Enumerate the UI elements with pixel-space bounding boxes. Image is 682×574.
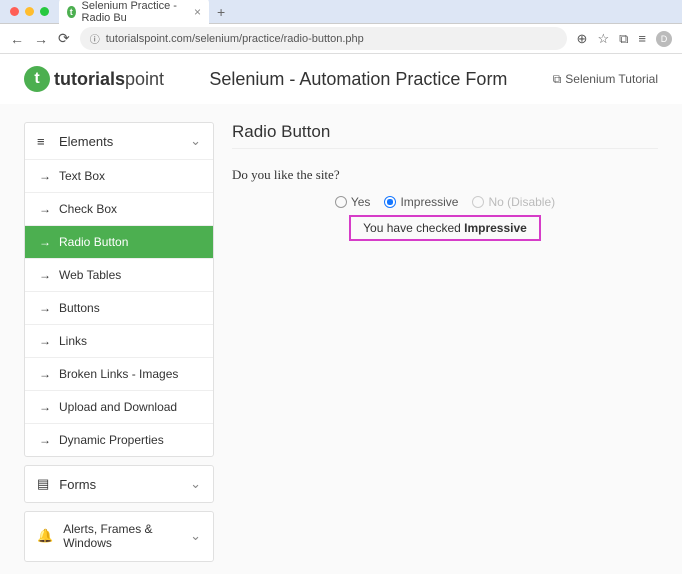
extensions-icon[interactable]: ⧉	[619, 31, 628, 47]
new-tab-button[interactable]: +	[217, 4, 225, 20]
arrow-right-icon: →	[39, 400, 51, 414]
bell-icon: 🔔	[37, 528, 53, 544]
page-header: t tutorialspoint Selenium - Automation P…	[0, 54, 682, 104]
reload-icon[interactable]: ⟳	[58, 30, 70, 47]
logo-text: tutorialspoint	[54, 69, 164, 90]
sidebar-item-buttons[interactable]: →Buttons	[25, 291, 213, 324]
reading-list-icon[interactable]: ≡	[638, 31, 646, 46]
arrow-right-icon: →	[39, 334, 51, 348]
radio-option-no-disable-: No (Disable)	[472, 195, 555, 209]
profile-avatar[interactable]: D	[656, 31, 672, 47]
site-info-icon[interactable]: ⓘ	[90, 31, 100, 46]
window-controls	[10, 7, 49, 16]
form-icon: ▤	[37, 476, 49, 492]
chevron-down-icon: ⌄	[190, 476, 201, 492]
sidebar-header-forms[interactable]: ▤ Forms ⌄	[25, 466, 213, 502]
sidebar-group-alerts: 🔔 Alerts, Frames & Windows ⌄	[24, 511, 214, 562]
question-text: Do you like the site?	[232, 167, 658, 183]
radio-group: Yes Impressive No (Disable)	[232, 195, 658, 209]
radio-icon	[472, 196, 484, 208]
external-link-icon: ⧉	[553, 72, 562, 87]
sidebar-group-forms: ▤ Forms ⌄	[24, 465, 214, 503]
sidebar-item-radio-button[interactable]: →Radio Button	[25, 225, 213, 258]
menu-icon	[37, 134, 49, 149]
sidebar: Elements ⌄ →Text Box→Check Box→Radio But…	[24, 122, 214, 570]
zoom-icon[interactable]: ⊕	[577, 31, 588, 47]
browser-toolbar: ← → ⟳ ⓘ tutorialspoint.com/selenium/prac…	[0, 24, 682, 54]
browser-tab-strip: t Selenium Practice - Radio Bu × +	[0, 0, 682, 24]
radio-icon	[384, 196, 396, 208]
sidebar-item-web-tables[interactable]: →Web Tables	[25, 258, 213, 291]
tutorial-link[interactable]: ⧉ Selenium Tutorial	[553, 72, 658, 87]
result-message: You have checked Impressive	[349, 215, 541, 241]
arrow-right-icon: →	[39, 433, 51, 447]
page-title: Selenium - Automation Practice Form	[164, 69, 553, 90]
close-window-icon[interactable]	[10, 7, 19, 16]
sidebar-item-upload-and-download[interactable]: →Upload and Download	[25, 390, 213, 423]
main-content: Radio Button Do you like the site? Yes Im…	[232, 122, 658, 570]
chevron-down-icon: ⌄	[190, 133, 201, 149]
radio-icon	[335, 196, 347, 208]
logo-icon: t	[24, 66, 50, 92]
arrow-right-icon: →	[39, 367, 51, 381]
url-text: tutorialspoint.com/selenium/practice/rad…	[106, 33, 364, 45]
back-icon[interactable]: ←	[10, 31, 24, 47]
close-tab-icon[interactable]: ×	[194, 5, 201, 19]
arrow-right-icon: →	[39, 202, 51, 216]
logo[interactable]: t tutorialspoint	[24, 66, 164, 92]
bookmark-icon[interactable]: ☆	[597, 31, 609, 47]
favicon-icon: t	[67, 6, 76, 18]
sidebar-group-elements: Elements ⌄ →Text Box→Check Box→Radio But…	[24, 122, 214, 457]
arrow-right-icon: →	[39, 235, 51, 249]
sidebar-item-text-box[interactable]: →Text Box	[25, 159, 213, 192]
chevron-down-icon: ⌄	[190, 528, 201, 544]
arrow-right-icon: →	[39, 169, 51, 183]
sidebar-item-check-box[interactable]: →Check Box	[25, 192, 213, 225]
tab-title: Selenium Practice - Radio Bu	[82, 0, 184, 24]
sidebar-header-elements[interactable]: Elements ⌄	[25, 123, 213, 159]
browser-tab[interactable]: t Selenium Practice - Radio Bu ×	[59, 0, 209, 27]
sidebar-item-links[interactable]: →Links	[25, 324, 213, 357]
radio-option-yes[interactable]: Yes	[335, 195, 371, 209]
sidebar-item-dynamic-properties[interactable]: →Dynamic Properties	[25, 423, 213, 456]
arrow-right-icon: →	[39, 301, 51, 315]
address-bar[interactable]: ⓘ tutorialspoint.com/selenium/practice/r…	[80, 27, 567, 50]
sidebar-item-broken-links-images[interactable]: →Broken Links - Images	[25, 357, 213, 390]
arrow-right-icon: →	[39, 268, 51, 282]
content-title: Radio Button	[232, 122, 658, 149]
minimize-window-icon[interactable]	[25, 7, 34, 16]
forward-icon[interactable]: →	[34, 31, 48, 47]
sidebar-header-alerts[interactable]: 🔔 Alerts, Frames & Windows ⌄	[25, 512, 213, 561]
maximize-window-icon[interactable]	[40, 7, 49, 16]
radio-option-impressive[interactable]: Impressive	[384, 195, 458, 209]
